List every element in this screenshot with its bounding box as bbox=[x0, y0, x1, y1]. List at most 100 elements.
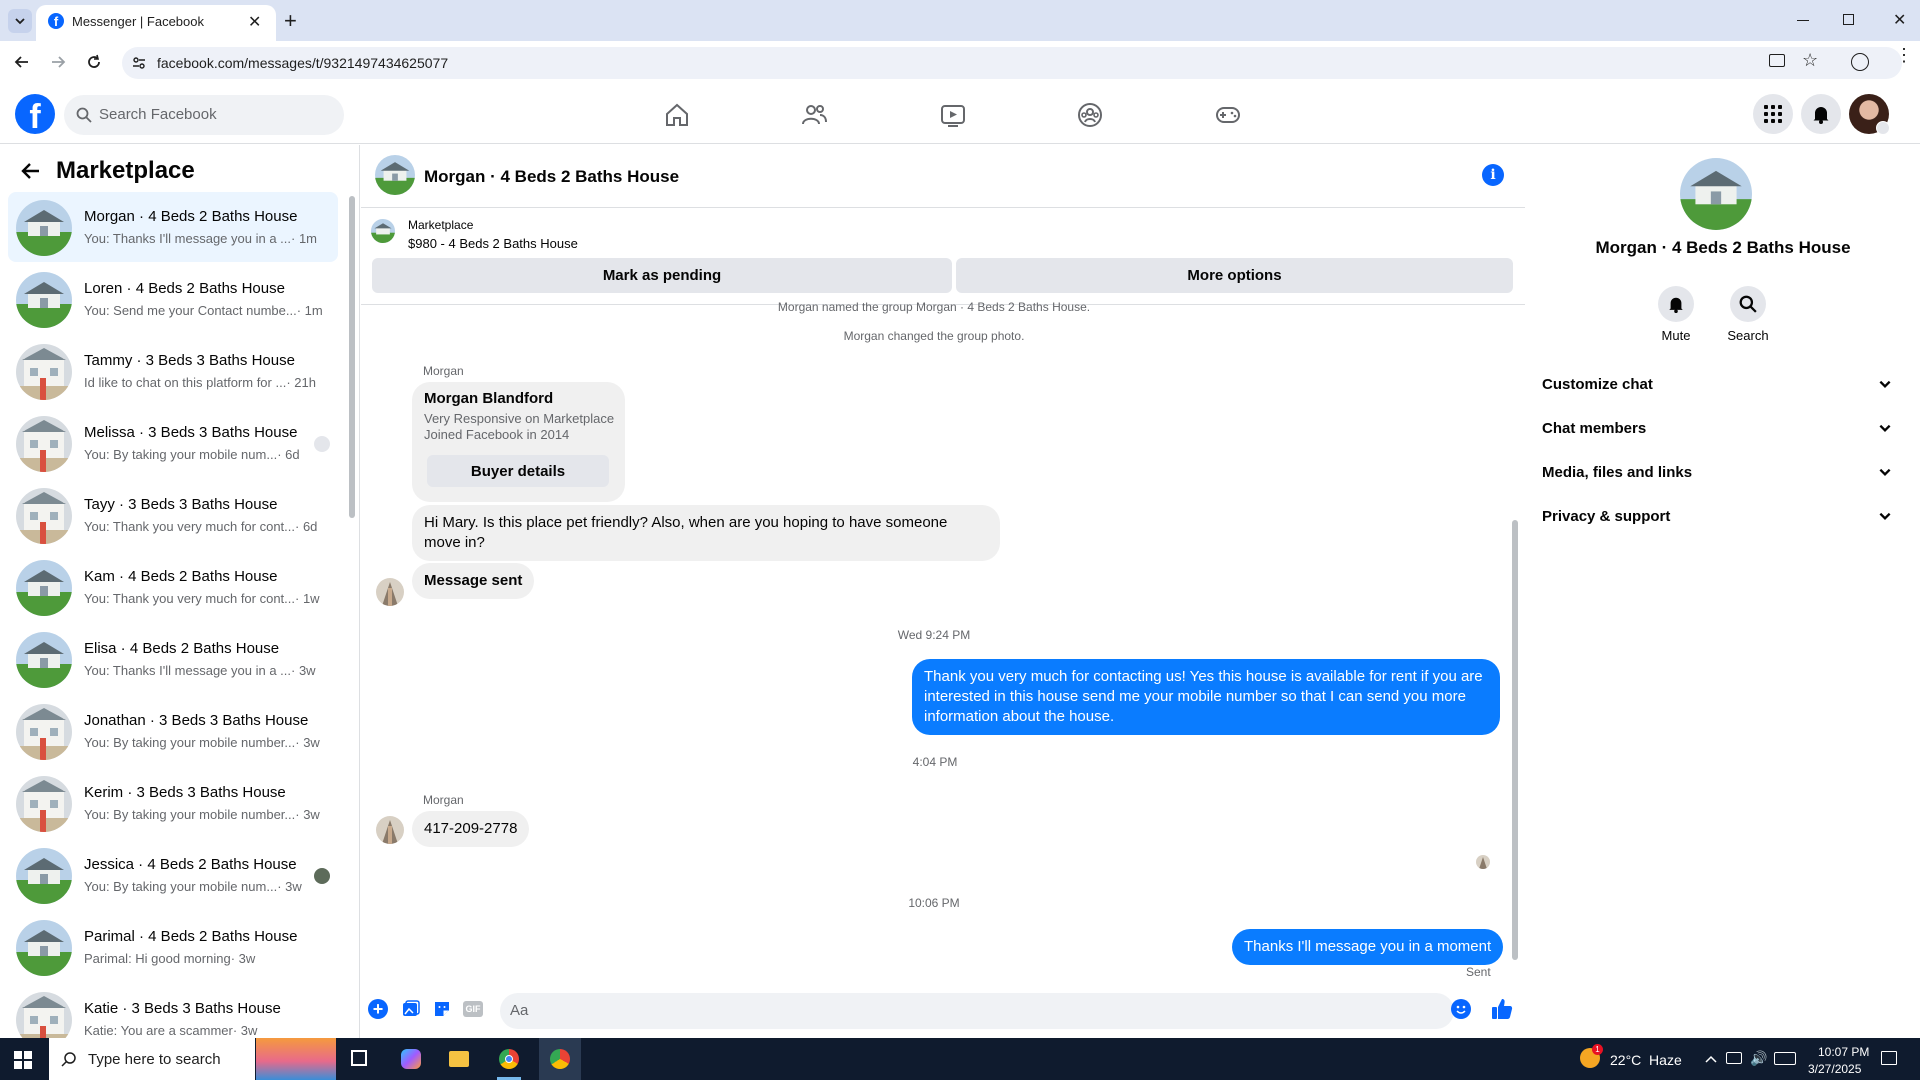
tab-close-icon[interactable]: ✕ bbox=[248, 12, 261, 32]
chat-members-row[interactable]: Chat members bbox=[1542, 408, 1892, 448]
nav-home-icon[interactable] bbox=[663, 101, 691, 129]
file-explorer-icon[interactable] bbox=[449, 1051, 469, 1067]
chrome-profile-icon[interactable] bbox=[539, 1038, 581, 1080]
search-icon bbox=[61, 1051, 77, 1067]
conversation-preview: You: Thank you very much for cont...· 1w bbox=[84, 591, 320, 606]
search-in-chat-button[interactable] bbox=[1730, 286, 1766, 322]
message-input[interactable] bbox=[500, 993, 1454, 1029]
outgoing-message[interactable]: Thanks I'll message you in a moment bbox=[1232, 929, 1504, 965]
chat-avatar[interactable] bbox=[375, 155, 415, 195]
windows-start-icon[interactable] bbox=[14, 1051, 32, 1069]
restore-icon[interactable] bbox=[1843, 14, 1854, 25]
back-arrow-icon[interactable] bbox=[12, 52, 32, 72]
outgoing-message[interactable]: Thank you very much for contacting us! Y… bbox=[912, 659, 1500, 735]
details-name: Morgan · 4 Beds 2 Baths House bbox=[1595, 238, 1851, 257]
conversation-item[interactable]: Kam · 4 Beds 2 Baths House You: Thank you… bbox=[8, 552, 338, 622]
attach-photo-icon[interactable] bbox=[401, 999, 421, 1019]
like-thumb-icon[interactable] bbox=[1490, 997, 1514, 1021]
sender-avatar bbox=[376, 578, 404, 606]
facebook-logo-icon[interactable]: f bbox=[15, 94, 55, 134]
forward-arrow-icon[interactable] bbox=[48, 52, 68, 72]
conversation-preview: You: By taking your mobile num...· 3w bbox=[84, 879, 302, 894]
conversation-item[interactable]: Elisa · 4 Beds 2 Baths House You: Thanks … bbox=[8, 624, 338, 694]
listing-thumbnail[interactable] bbox=[371, 219, 395, 243]
chrome-icon[interactable] bbox=[499, 1049, 519, 1069]
install-app-icon[interactable] bbox=[1769, 54, 1785, 67]
conversation-item[interactable]: Kerim · 3 Beds 3 Baths House You: By taki… bbox=[8, 768, 338, 838]
nav-friends-icon[interactable] bbox=[800, 101, 828, 129]
conversation-item[interactable]: Jonathan · 3 Beds 3 Baths House You: By t… bbox=[8, 696, 338, 766]
profile-icon[interactable] bbox=[1851, 53, 1869, 71]
mute-button[interactable] bbox=[1658, 286, 1694, 322]
add-plus-icon[interactable]: + bbox=[368, 999, 388, 1019]
conversation-name: Jessica · 4 Beds 2 Baths House bbox=[84, 856, 297, 873]
nav-gaming-icon[interactable] bbox=[1214, 101, 1242, 129]
clock-date[interactable]: 3/27/2025 bbox=[1808, 1062, 1861, 1076]
conversation-item[interactable]: Melissa · 3 Beds 3 Baths House You: By ta… bbox=[8, 408, 338, 478]
reload-icon[interactable] bbox=[84, 52, 104, 72]
incoming-message[interactable]: 417-209-2778 bbox=[412, 811, 530, 847]
site-info-icon[interactable] bbox=[131, 55, 147, 71]
sticker-icon[interactable] bbox=[432, 999, 452, 1019]
taskbar-search-text: Type here to search bbox=[88, 1051, 221, 1068]
sidebar-scrollbar[interactable] bbox=[349, 196, 355, 518]
conversation-item[interactable]: Tayy · 3 Beds 3 Baths House You: Thank yo… bbox=[8, 480, 338, 550]
volume-icon[interactable]: 🔊 bbox=[1750, 1050, 1767, 1067]
chat-scrollbar[interactable] bbox=[1512, 520, 1518, 960]
weather-text[interactable]: 22°C Haze bbox=[1610, 1052, 1682, 1068]
emoji-icon[interactable] bbox=[1451, 999, 1471, 1019]
copilot-icon[interactable] bbox=[401, 1049, 421, 1069]
more-options-button[interactable]: More options bbox=[956, 258, 1513, 293]
conversation-preview-text: Parimal: Hi good morning bbox=[84, 951, 231, 966]
incoming-message[interactable]: Message sent bbox=[412, 563, 535, 599]
browser-menu-icon[interactable]: ⋮ bbox=[1895, 46, 1913, 64]
widgets-illustration-icon[interactable] bbox=[256, 1038, 336, 1080]
conversation-info-icon[interactable]: i bbox=[1482, 164, 1504, 186]
privacy-support-row[interactable]: Privacy & support bbox=[1542, 496, 1892, 536]
mark-as-pending-button[interactable]: Mark as pending bbox=[372, 258, 952, 293]
incoming-message[interactable]: Hi Mary. Is this place pet friendly? Als… bbox=[412, 505, 1000, 561]
keyboard-icon[interactable] bbox=[1774, 1052, 1796, 1065]
read-receipt-avatar bbox=[314, 436, 330, 452]
notification-center-icon[interactable] bbox=[1881, 1051, 1897, 1065]
conversation-time: · 1m bbox=[296, 303, 323, 318]
network-icon[interactable] bbox=[1726, 1052, 1742, 1064]
minimize-icon[interactable] bbox=[1797, 20, 1809, 21]
conversation-item[interactable]: Morgan · 4 Beds 2 Baths House You: Thanks… bbox=[8, 192, 338, 262]
new-tab-plus-icon[interactable]: + bbox=[284, 8, 297, 34]
conversation-item[interactable]: Parimal · 4 Beds 2 Baths House Parimal: H… bbox=[8, 912, 338, 982]
listing-title[interactable]: $980 - 4 Beds 2 Baths House bbox=[408, 236, 578, 251]
conversation-avatar bbox=[16, 200, 72, 256]
menu-grid-button[interactable] bbox=[1753, 94, 1793, 134]
chat-title[interactable]: Morgan · 4 Beds 2 Baths House bbox=[424, 167, 679, 187]
conversation-avatar bbox=[16, 704, 72, 760]
conversation-avatar bbox=[16, 416, 72, 472]
buyer-card-line2: Joined Facebook in 2014 bbox=[424, 427, 570, 442]
details-avatar[interactable] bbox=[1680, 158, 1752, 230]
notifications-button[interactable] bbox=[1801, 94, 1841, 134]
tray-chevron-icon[interactable] bbox=[1705, 1054, 1717, 1064]
conversation-time: · 3w bbox=[291, 663, 316, 678]
search-label: Search bbox=[1727, 328, 1769, 343]
conversation-item[interactable]: Loren · 4 Beds 2 Baths House You: Send me… bbox=[8, 264, 338, 334]
media-files-links-row[interactable]: Media, files and links bbox=[1542, 452, 1892, 492]
conversation-item[interactable]: Jessica · 4 Beds 2 Baths House You: By ta… bbox=[8, 840, 338, 910]
window-close-icon[interactable]: ✕ bbox=[1893, 10, 1906, 30]
customize-chat-row[interactable]: Customize chat bbox=[1542, 364, 1892, 404]
bookmark-star-icon[interactable]: ☆ bbox=[1802, 50, 1818, 71]
nav-video-icon[interactable] bbox=[939, 101, 967, 129]
conversation-preview: You: Thanks I'll message you in a ...· 1… bbox=[84, 231, 317, 246]
clock-time[interactable]: 10:07 PM bbox=[1818, 1045, 1869, 1059]
bell-icon bbox=[1669, 297, 1683, 313]
tab-search-button[interactable] bbox=[8, 9, 32, 33]
back-arrow-icon[interactable] bbox=[20, 160, 42, 182]
task-view-icon[interactable] bbox=[351, 1050, 367, 1066]
nav-groups-icon[interactable] bbox=[1076, 101, 1104, 129]
buyer-details-button[interactable]: Buyer details bbox=[427, 455, 609, 487]
conversation-time: · 21h bbox=[286, 375, 316, 390]
conversation-item[interactable]: Tammy · 3 Beds 3 Baths House Id like to c… bbox=[8, 336, 338, 406]
gif-icon[interactable]: GIF bbox=[463, 1001, 483, 1017]
conversation-avatar bbox=[16, 272, 72, 328]
account-chevron-icon[interactable] bbox=[1876, 121, 1890, 135]
conversation-time: · 6d bbox=[295, 519, 318, 534]
